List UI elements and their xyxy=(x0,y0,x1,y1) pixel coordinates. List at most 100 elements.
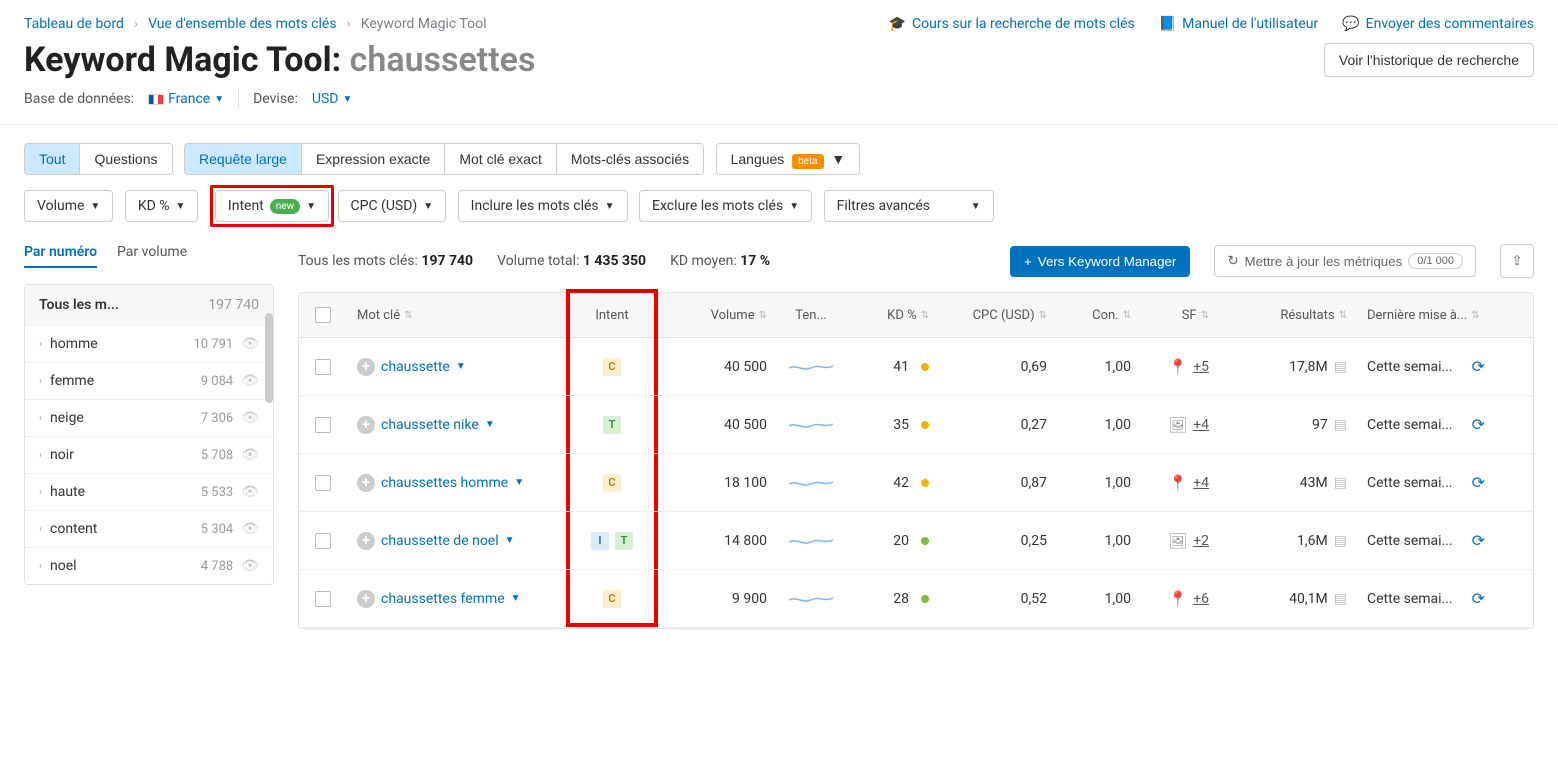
currency-selector[interactable]: USD ▼ xyxy=(312,91,352,107)
serp-feature-more[interactable]: +5 xyxy=(1193,359,1209,375)
group-item[interactable]: › homme 10 791 👁 xyxy=(25,325,273,362)
row-checkbox[interactable] xyxy=(315,359,331,375)
export-button[interactable]: ⇪ xyxy=(1500,244,1534,278)
tab-langs[interactable]: Langues beta ▼ xyxy=(717,144,860,174)
refresh-row-icon[interactable]: ⟳ xyxy=(1472,589,1485,608)
speech-icon: 💬 xyxy=(1342,16,1359,32)
tab-broad[interactable]: Requête large xyxy=(185,144,302,174)
serp-icon[interactable]: ▤ xyxy=(1334,475,1347,491)
update-metrics-button[interactable]: ↻ Mettre à jour les métriques 0/1 000 xyxy=(1214,245,1476,277)
keyword-link[interactable]: chaussette nike xyxy=(381,417,479,433)
col-com[interactable]: Con.⇅ xyxy=(1057,293,1141,337)
col-updated[interactable]: Dernière mise à...⇅ xyxy=(1357,293,1507,337)
add-keyword-icon[interactable]: + xyxy=(357,416,375,434)
select-all-checkbox[interactable] xyxy=(315,307,331,323)
db-selector[interactable]: France ▼ xyxy=(148,91,224,107)
link-manual[interactable]: 📘Manuel de l'utilisateur xyxy=(1159,16,1319,32)
serp-icon[interactable]: ▤ xyxy=(1334,591,1347,607)
col-kd[interactable]: KD %⇅ xyxy=(845,293,939,337)
filter-include[interactable]: Inclure les mots clés▼ xyxy=(458,190,628,222)
keyword-link[interactable]: chaussettes femme xyxy=(381,591,505,607)
tab-by-number[interactable]: Par numéro xyxy=(24,244,97,268)
add-keyword-icon[interactable]: + xyxy=(357,532,375,550)
col-keyword[interactable]: Mot clé⇅ xyxy=(347,293,565,337)
plus-icon: + xyxy=(1024,254,1032,269)
keyword-link[interactable]: chaussettes homme xyxy=(381,475,508,491)
filter-advanced[interactable]: Filtres avancés▼ xyxy=(824,190,994,222)
scrollbar-thumb[interactable] xyxy=(265,313,273,403)
link-course[interactable]: 🎓Cours sur la recherche de mots clés xyxy=(889,16,1135,32)
group-item[interactable]: › neige 7 306 👁 xyxy=(25,399,273,436)
eye-icon[interactable]: 👁 xyxy=(241,447,259,463)
filter-intent[interactable]: Intent new ▼ xyxy=(215,190,329,222)
filter-cpc[interactable]: CPC (USD)▼ xyxy=(338,190,447,222)
refresh-row-icon[interactable]: ⟳ xyxy=(1472,357,1485,376)
link-feedback[interactable]: 💬Envoyer des commentaires xyxy=(1342,16,1534,32)
group-all[interactable]: Tous les m... 197 740 xyxy=(25,285,273,325)
chevron-down-icon[interactable]: ▼ xyxy=(514,477,524,488)
kd-dot-icon xyxy=(921,537,929,545)
col-volume[interactable]: Volume⇅ xyxy=(659,293,777,337)
keyword-link[interactable]: chaussette xyxy=(381,359,450,375)
serp-feature-more[interactable]: +4 xyxy=(1193,417,1209,433)
tab-phrase[interactable]: Expression exacte xyxy=(302,144,445,174)
group-item[interactable]: › haute 5 533 👁 xyxy=(25,473,273,510)
tab-exact[interactable]: Mot clé exact xyxy=(445,144,556,174)
eye-icon[interactable]: 👁 xyxy=(241,484,259,500)
serp-icon[interactable]: ▤ xyxy=(1334,533,1347,549)
chevron-down-icon[interactable]: ▼ xyxy=(485,419,495,430)
refresh-row-icon[interactable]: ⟳ xyxy=(1472,531,1485,550)
serp-feature-icon: 📍 xyxy=(1169,358,1188,376)
refresh-row-icon[interactable]: ⟳ xyxy=(1472,415,1485,434)
book-icon: 📘 xyxy=(1159,16,1176,32)
serp-icon[interactable]: ▤ xyxy=(1334,359,1347,375)
row-checkbox[interactable] xyxy=(315,417,331,433)
col-results[interactable]: Résultats⇅ xyxy=(1219,293,1357,337)
group-item[interactable]: › noel 4 788 👁 xyxy=(25,547,273,584)
keyword-manager-button[interactable]: +Vers Keyword Manager xyxy=(1010,246,1190,277)
cell-results: 17,8M ▤ xyxy=(1219,345,1357,389)
breadcrumb-dashboard[interactable]: Tableau de bord xyxy=(24,16,124,32)
eye-icon[interactable]: 👁 xyxy=(241,373,259,389)
cell-updated: Cette semai... xyxy=(1367,417,1453,433)
eye-icon[interactable]: 👁 xyxy=(241,336,259,352)
tab-by-volume[interactable]: Par volume xyxy=(117,244,187,268)
add-keyword-icon[interactable]: + xyxy=(357,474,375,492)
row-checkbox[interactable] xyxy=(315,591,331,607)
keyword-link[interactable]: chaussette de noel xyxy=(381,533,499,549)
eye-icon[interactable]: 👁 xyxy=(241,521,259,537)
tab-all[interactable]: Tout xyxy=(25,144,80,174)
serp-feature-more[interactable]: +6 xyxy=(1193,591,1209,607)
serp-feature-more[interactable]: +2 xyxy=(1193,533,1209,549)
cell-kd: 35 xyxy=(845,403,939,447)
eye-icon[interactable]: 👁 xyxy=(241,558,259,574)
breadcrumb-overview[interactable]: Vue d'ensemble des mots clés xyxy=(148,16,336,32)
filter-exclude[interactable]: Exclure les mots clés▼ xyxy=(639,190,812,222)
chevron-down-icon[interactable]: ▼ xyxy=(505,535,515,546)
chevron-down-icon[interactable]: ▼ xyxy=(456,361,466,372)
stat-total-vol: Volume total: 1 435 350 xyxy=(497,253,646,269)
chevron-down-icon: ▼ xyxy=(214,94,224,105)
col-trend[interactable]: Ten... xyxy=(777,293,845,337)
add-keyword-icon[interactable]: + xyxy=(357,590,375,608)
serp-icon[interactable]: ▤ xyxy=(1334,417,1347,433)
eye-icon[interactable]: 👁 xyxy=(241,410,259,426)
group-item[interactable]: › noir 5 708 👁 xyxy=(25,436,273,473)
trend-sparkline xyxy=(789,416,833,434)
col-sf[interactable]: SF⇅ xyxy=(1141,293,1219,337)
group-item[interactable]: › femme 9 084 👁 xyxy=(25,362,273,399)
col-cpc[interactable]: CPC (USD)⇅ xyxy=(939,293,1057,337)
filter-kd[interactable]: KD %▼ xyxy=(125,190,199,222)
refresh-row-icon[interactable]: ⟳ xyxy=(1472,473,1485,492)
chevron-down-icon[interactable]: ▼ xyxy=(511,593,521,604)
tab-questions[interactable]: Questions xyxy=(80,144,171,174)
group-item[interactable]: › content 5 304 👁 xyxy=(25,510,273,547)
row-checkbox[interactable] xyxy=(315,475,331,491)
serp-feature-more[interactable]: +4 xyxy=(1193,475,1209,491)
add-keyword-icon[interactable]: + xyxy=(357,358,375,376)
row-checkbox[interactable] xyxy=(315,533,331,549)
history-button[interactable]: Voir l'historique de recherche xyxy=(1324,43,1534,77)
col-intent[interactable]: Intent xyxy=(565,293,659,337)
filter-volume[interactable]: Volume▼ xyxy=(24,190,113,222)
tab-related[interactable]: Mots-clés associés xyxy=(557,144,703,174)
